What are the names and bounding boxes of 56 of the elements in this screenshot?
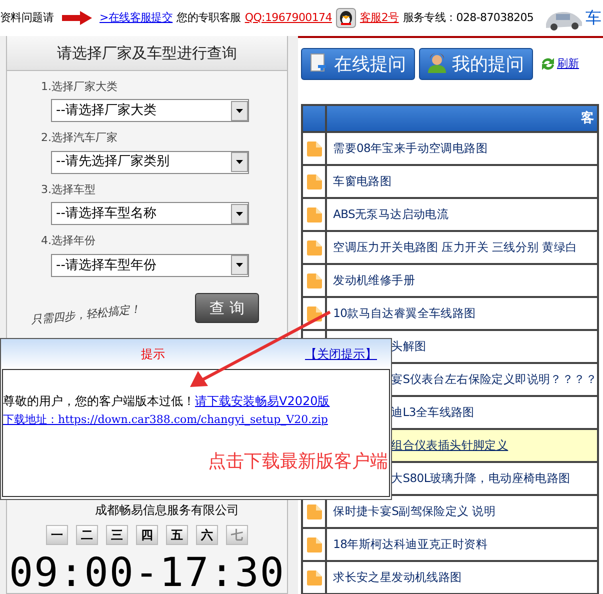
message-text: 尊敬的用户，您的客户端版本过低！ bbox=[3, 393, 195, 410]
caret-icon bbox=[231, 100, 248, 121]
file-icon bbox=[306, 570, 323, 586]
row-title[interactable]: 车窗电路图 bbox=[333, 174, 392, 188]
caret-icon bbox=[231, 255, 248, 276]
field-label: 1.选择厂家大类 bbox=[41, 78, 118, 95]
hours-display: 09:00-17:30 bbox=[8, 553, 286, 594]
file-icon bbox=[306, 174, 323, 190]
annotation-text: 点击下载最新版客户端 bbox=[208, 452, 388, 472]
company-name: 成都畅易信息服务有限公司 bbox=[94, 502, 240, 520]
slogan-text: 只需四步，轻松搞定！ bbox=[30, 300, 142, 328]
row-title[interactable]: 迪L3全车线路图 bbox=[391, 405, 474, 420]
qq-link[interactable]: QQ:1967900174 bbox=[244, 10, 332, 26]
file-icon bbox=[306, 536, 323, 552]
column-header: 客 bbox=[326, 105, 598, 132]
caret-icon bbox=[231, 152, 248, 172]
submit-link[interactable]: >在线客服提交 bbox=[100, 10, 173, 26]
field-label: 3.选择车型 bbox=[41, 182, 96, 198]
row-title[interactable]: 头解图 bbox=[391, 339, 426, 354]
refresh-link[interactable]: 刷新 bbox=[539, 55, 579, 73]
caret-icon bbox=[231, 204, 248, 224]
search-button[interactable]: 查 询 bbox=[195, 293, 259, 324]
weekday-button[interactable]: 三 bbox=[106, 525, 128, 546]
agent-link[interactable]: 客服2号 bbox=[360, 10, 399, 26]
hotline-text: 服务专线：028-87038205 bbox=[402, 10, 534, 26]
person-icon bbox=[426, 53, 448, 75]
file-icon bbox=[306, 206, 323, 222]
panel-title: 请选择厂家及车型进行查询 bbox=[7, 36, 287, 71]
question-button[interactable]: 我的提问 bbox=[419, 48, 533, 80]
dropdown-field[interactable]: --请选择车型年份 bbox=[51, 254, 249, 278]
weekday-button[interactable]: 一 bbox=[46, 525, 68, 546]
popup-title: 提示 bbox=[141, 346, 165, 363]
weekday-button[interactable]: 二 bbox=[76, 525, 98, 546]
support-label: 您的专职客服 bbox=[176, 10, 241, 26]
weekday-button[interactable]: 四 bbox=[136, 525, 158, 546]
file-icon bbox=[306, 140, 323, 156]
dropdown-field[interactable]: --请选择车型名称 bbox=[51, 202, 249, 226]
field-label: 2.选择汽车厂家 bbox=[41, 130, 118, 146]
weekday-button[interactable]: 五 bbox=[166, 525, 188, 546]
intro-text: 资料问题请 bbox=[0, 10, 54, 26]
download-link[interactable]: 请下载安装畅易V2020版 bbox=[195, 392, 330, 410]
address-link[interactable]: 下载地址：https://down.car388.com/changyi_setup_V20.zip bbox=[3, 413, 328, 426]
dropdown-field[interactable]: --请选择厂家大类 bbox=[51, 99, 249, 122]
question-button[interactable]: 在线提问 bbox=[301, 48, 415, 80]
penguin-icon bbox=[336, 8, 356, 28]
row-title[interactable]: 发动机维修手册 bbox=[333, 273, 415, 288]
dropdown-field[interactable]: --请先选择厂家类别 bbox=[51, 150, 249, 174]
arrow-icon bbox=[62, 11, 92, 25]
file-icon bbox=[306, 272, 323, 288]
field-label: 4.选择年份 bbox=[41, 233, 96, 250]
weekday-button[interactable]: 六 bbox=[196, 525, 218, 546]
heading-text: 车 bbox=[586, 7, 602, 29]
file-icon bbox=[306, 240, 323, 256]
row-title[interactable]: ABS无泵马达启动电流 bbox=[333, 207, 449, 222]
close-link[interactable]: 【关闭提示】 bbox=[305, 345, 377, 363]
file-icon bbox=[306, 504, 323, 520]
